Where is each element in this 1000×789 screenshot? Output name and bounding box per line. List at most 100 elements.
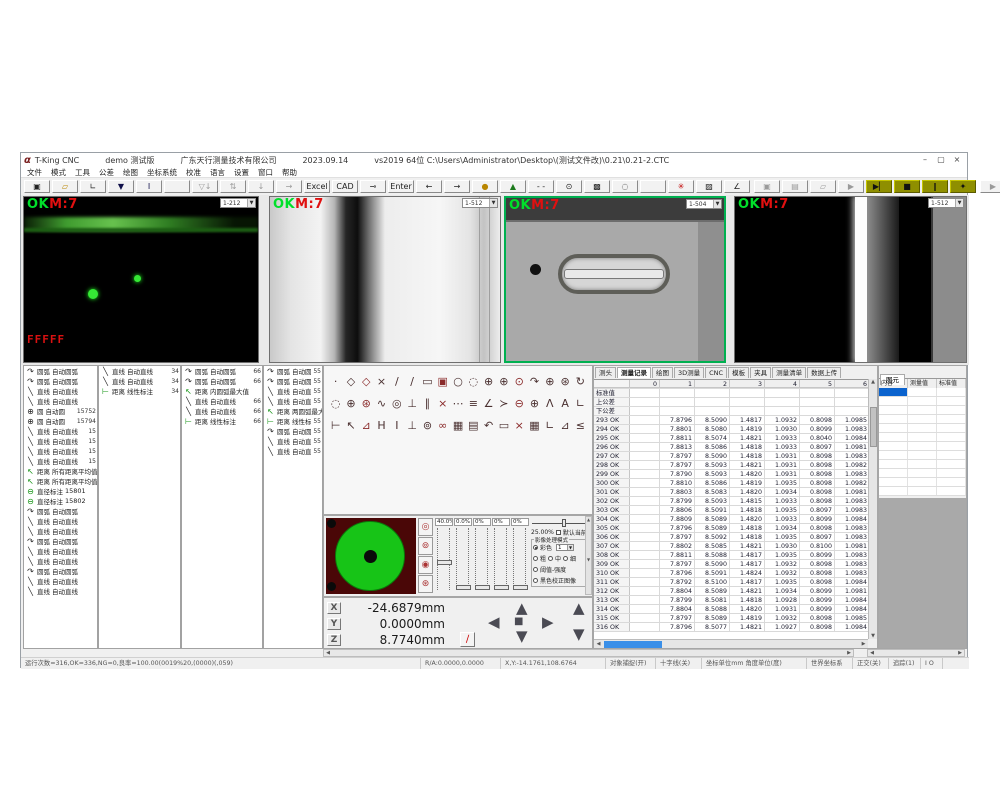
list-item[interactable]: ↷圆弧自动圆弧55	[264, 376, 322, 386]
tool-icon[interactable]: ▣	[437, 375, 448, 388]
z-axis-button[interactable]: Z	[327, 634, 341, 646]
dash-button[interactable]: - -	[528, 180, 554, 193]
updown-button[interactable]: ⇅	[220, 180, 246, 193]
terrain-button[interactable]: ▲	[500, 180, 526, 193]
tool-icon[interactable]: ⊥	[406, 419, 417, 432]
list-item[interactable]: ↷圆弧自动圆弧	[24, 506, 97, 516]
light-button[interactable]: ●	[472, 180, 498, 193]
list-item[interactable]: ╲直线自动直线15	[24, 426, 97, 436]
copy-button[interactable]: ▤	[782, 180, 808, 193]
threshold-radio[interactable]	[533, 567, 538, 572]
light-slider[interactable]: 0%	[511, 518, 529, 596]
list-item[interactable]: ╲直线自动直线	[24, 386, 97, 396]
measurement-row[interactable]: 297 OK7.87978.50901.48181.09310.80981.09…	[594, 452, 868, 461]
tool-icon[interactable]: ⊕	[483, 375, 494, 388]
scroll-right-icon[interactable]: ▶	[859, 640, 868, 649]
probe-down-button[interactable]: ▽↓	[192, 180, 218, 193]
scroll-thumb[interactable]	[604, 641, 662, 648]
tool-icon[interactable]: ▦	[529, 419, 540, 432]
list-item[interactable]: ⊢距离线性标注66	[182, 416, 262, 426]
light-slider[interactable]: 0%	[492, 518, 510, 596]
list-item[interactable]: ↷圆弧自动圆弧	[24, 566, 97, 576]
tool-icon[interactable]: ×	[514, 419, 525, 432]
measurement-row[interactable]: 293 OK7.87968.50901.48171.09320.80981.09…	[594, 416, 868, 425]
camera3-magnification-select[interactable]: 1-504▼	[686, 199, 722, 209]
table-tab-测量记录[interactable]: 测量记录	[617, 367, 651, 378]
camera-view-4[interactable]: OKM:7 1-512▼	[734, 196, 967, 363]
tool-icon[interactable]: ⋯	[452, 397, 463, 410]
tool-icon[interactable]: ×	[437, 397, 448, 410]
tool-icon[interactable]: Η	[376, 419, 387, 432]
slider-thumb[interactable]	[437, 560, 452, 565]
step-button[interactable]: ▶▏	[866, 180, 892, 193]
tool-icon[interactable]: ⊕	[544, 375, 555, 388]
tool-icon[interactable]: ≤	[575, 419, 586, 432]
measurement-row[interactable]: 314 OK7.88048.50881.48201.09310.80991.09…	[594, 605, 868, 614]
ring-select-button[interactable]: ⊛	[418, 575, 433, 593]
menu-item-语言[interactable]: 语言	[210, 167, 225, 178]
element-row[interactable]	[879, 460, 966, 469]
forward-arrow-button[interactable]: →	[444, 180, 470, 193]
slider-thumb[interactable]	[456, 585, 471, 590]
tool-icon[interactable]: Ι	[391, 419, 402, 432]
measurement-row[interactable]: 296 OK7.88138.50861.48181.09330.80971.09…	[594, 443, 868, 452]
list-item[interactable]: ╲直线自动直线	[24, 576, 97, 586]
menu-item-校准[interactable]: 校准	[186, 167, 201, 178]
ring-select-button[interactable]: ⊚	[418, 537, 433, 555]
list-item[interactable]: ╲直线自动直线55	[264, 436, 322, 446]
list-item[interactable]: ╲直线自动直线	[24, 546, 97, 556]
menu-item-文件[interactable]: 文件	[27, 167, 42, 178]
enter-button[interactable]: Enter	[388, 180, 414, 193]
tool-icon[interactable]: ◌	[330, 397, 341, 410]
tool-icon[interactable]: Λ	[544, 397, 555, 410]
zoom-button[interactable]: ⊙	[556, 180, 582, 193]
tool-icon[interactable]: ×	[376, 375, 387, 388]
camera1-magnification-select[interactable]: 1-212▼	[220, 198, 256, 208]
close-button[interactable]: ×	[949, 153, 965, 166]
element-row[interactable]	[879, 451, 966, 460]
dither-button[interactable]: ▨	[696, 180, 722, 193]
element-row[interactable]	[879, 433, 966, 442]
tool-icon[interactable]: ∠	[483, 397, 494, 410]
menu-item-工具[interactable]: 工具	[75, 167, 90, 178]
measurement-row[interactable]: 315 OK7.87978.50891.48191.09320.80981.09…	[594, 614, 868, 623]
tool-icon[interactable]: ⊛	[559, 375, 570, 388]
measurement-row[interactable]: 302 OK7.87998.50931.48151.09330.80981.09…	[594, 497, 868, 506]
list-item[interactable]: ╲直线自动直线66	[182, 396, 262, 406]
list-item[interactable]: ⊖直径标注15801	[24, 486, 97, 496]
menu-item-坐标系统[interactable]: 坐标系统	[147, 167, 177, 178]
measurement-row[interactable]: 295 OK7.88118.50741.48211.09330.80401.09…	[594, 434, 868, 443]
measurement-row[interactable]: 311 OK7.87928.51001.48171.09350.80981.09…	[594, 578, 868, 587]
default-mode-checkbox[interactable]	[556, 530, 561, 535]
menu-item-帮助[interactable]: 帮助	[282, 167, 297, 178]
measurement-grid[interactable]: 0123456标准值上公差下公差293 OK7.87968.50901.4817…	[594, 379, 868, 639]
light-slider[interactable]: 0.0%	[454, 518, 472, 596]
tool-icon[interactable]: ⊥	[406, 397, 417, 410]
table-tab-测头[interactable]: 测头	[595, 367, 616, 378]
maximize-button[interactable]: ▢	[933, 153, 949, 166]
list-item[interactable]: ↖距离所有距离平均值	[24, 476, 97, 486]
camera-view-1[interactable]: FFFFF OKM:7 1-212▼	[23, 196, 259, 363]
jog-right-icon[interactable]: ▶	[542, 616, 554, 628]
element-row[interactable]	[879, 397, 966, 406]
chart-button[interactable]: ∠	[724, 180, 750, 193]
x-axis-button[interactable]: X	[327, 602, 341, 614]
element-row[interactable]	[879, 415, 966, 424]
list-item[interactable]: ╲直线自动直线	[24, 396, 97, 406]
tool-icon[interactable]: ∕	[406, 375, 417, 388]
ring-select-button[interactable]: ◎	[418, 518, 433, 536]
tool-icon[interactable]: ◇	[345, 375, 356, 388]
table-tab-CNC[interactable]: CNC	[705, 367, 727, 378]
jog-up-icon[interactable]: ▲	[516, 602, 528, 614]
bottom-scrollbar-left[interactable]: ◀ ▶	[323, 649, 854, 657]
list-item[interactable]: ╲直线自动直线	[24, 556, 97, 566]
camera-view-3-selected[interactable]: OKM:7 1-504▼	[504, 196, 726, 363]
jog-z-up-icon[interactable]: ▲	[573, 602, 585, 614]
list-item[interactable]: ╲直线自动直线66	[182, 406, 262, 416]
list-item[interactable]: ╲直线自动直线34	[99, 376, 180, 386]
tool-icon[interactable]: ↶	[483, 419, 494, 432]
blank-button[interactable]	[164, 180, 190, 193]
scroll-left-icon[interactable]: ◀	[324, 650, 332, 657]
measurement-row[interactable]: 316 OK7.87968.50771.48211.09270.80981.09…	[594, 623, 868, 632]
tool-icon[interactable]: ⊢	[330, 419, 341, 432]
